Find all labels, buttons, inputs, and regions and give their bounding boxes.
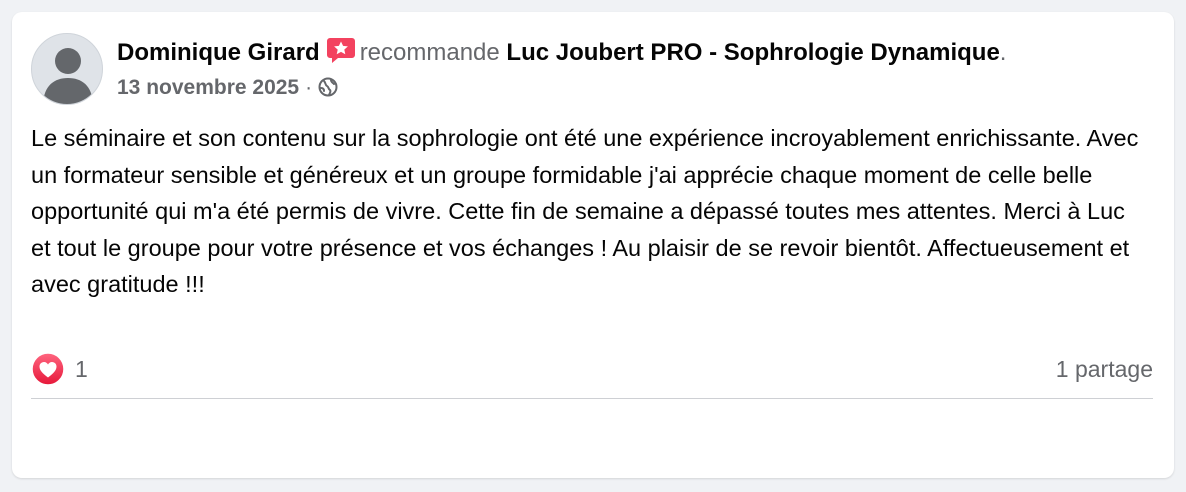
author-name[interactable]: Dominique Girard	[117, 39, 320, 66]
love-reaction-icon	[31, 352, 65, 386]
shares-count[interactable]: 1 partage	[1056, 353, 1153, 385]
post-date[interactable]: 13 novembre 2025	[117, 76, 299, 99]
page-name-link[interactable]: Luc Joubert PRO - Sophrologie Dynamique	[506, 39, 999, 66]
action-divider	[31, 398, 1153, 399]
recommend-star-icon	[326, 36, 356, 72]
reaction-count: 1	[75, 355, 88, 382]
review-post-card: Dominique Girard recommande Luc Joubert …	[12, 12, 1174, 478]
recommend-verb: recommande	[359, 39, 500, 66]
author-avatar[interactable]	[31, 33, 103, 105]
globe-icon[interactable]	[318, 77, 338, 104]
default-profile-icon	[43, 48, 93, 104]
post-meta: 13 novembre 2025 ·	[117, 75, 338, 104]
reactions-summary[interactable]: 1	[31, 352, 88, 386]
header-period: .	[999, 39, 1007, 66]
post-header: Dominique Girard recommande Luc Joubert …	[117, 36, 1006, 72]
meta-separator: ·	[305, 76, 313, 99]
post-text: Le séminaire et son contenu sur la sophr…	[31, 125, 1139, 297]
